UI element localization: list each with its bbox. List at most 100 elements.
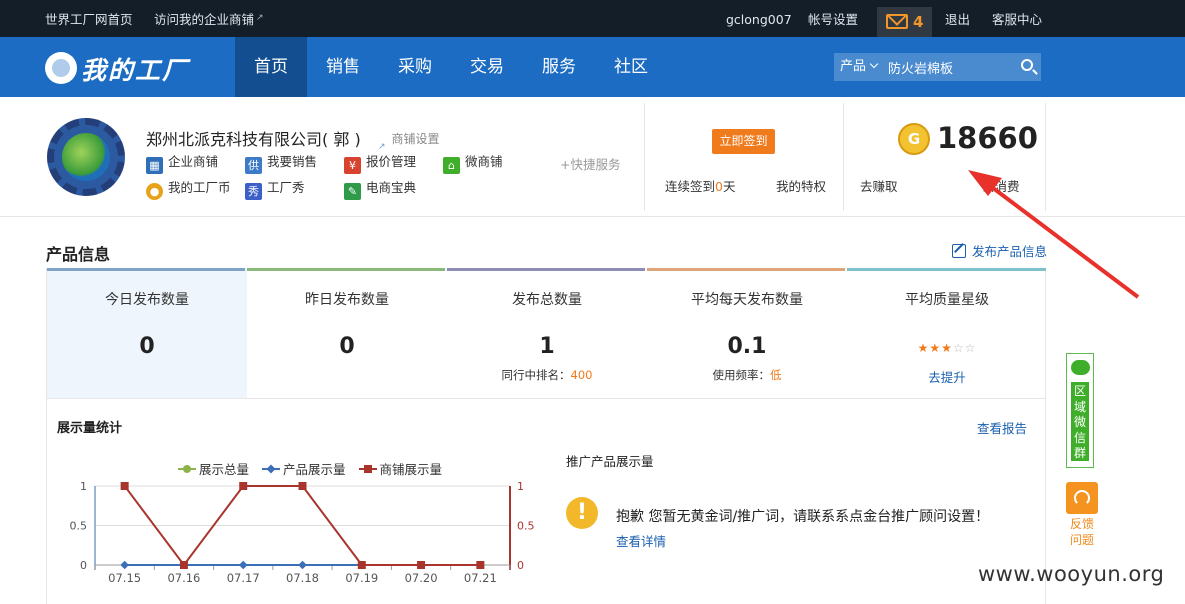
divider <box>644 103 645 211</box>
stat-frequency: 使用频率：低 <box>647 367 847 383</box>
frequency-label: 使用频率： <box>712 368 771 382</box>
data-point <box>179 561 188 569</box>
quick-link-show[interactable]: 秀工厂秀 <box>245 179 305 200</box>
home-link[interactable]: 世界工厂网首页 <box>45 0 133 37</box>
coin-icon: G <box>898 123 930 155</box>
shop-settings-label: 商铺设置 <box>391 132 440 146</box>
search-input[interactable] <box>888 57 1008 77</box>
stat-label: 昨日发布数量 <box>305 292 389 308</box>
coin-icon: ● <box>146 183 163 200</box>
visit-shop-link[interactable]: 访问我的企业商铺 ↗ <box>154 0 264 37</box>
earn-coins-link[interactable]: 去赚取 <box>860 176 898 195</box>
external-link-icon: ↗ <box>378 142 386 152</box>
paren-open: ( <box>322 130 329 149</box>
sell-icon: 供 <box>245 157 262 174</box>
x-tick-label: 07.17 <box>227 571 260 585</box>
search-category-select[interactable]: 产品 <box>840 53 866 81</box>
company-logo <box>47 118 125 196</box>
account-settings-link[interactable]: 帐号设置 <box>808 0 858 37</box>
logout-link[interactable]: 退出 <box>945 0 970 37</box>
x-tick-label: 07.21 <box>464 571 497 585</box>
data-point <box>120 560 129 570</box>
stat-bar <box>847 268 1046 271</box>
logo-text: 我的工厂 <box>81 56 190 85</box>
stat-label: 平均每天发布数量 <box>691 292 803 308</box>
promo-message: 抱歉 您暂无黄金词/推广词，请联系系点金台推广顾问设置！ <box>616 509 990 525</box>
legend-marker <box>262 465 280 473</box>
shop-settings-link[interactable]: ↗ 商铺设置 <box>378 130 440 152</box>
paren-close: ) <box>354 130 361 149</box>
stat-bar <box>647 268 845 271</box>
quick-link-coins[interactable]: ● 我的工厂币 <box>146 179 231 200</box>
stat-label: 平均质量星级 <box>905 292 989 308</box>
envelope-icon <box>886 14 908 29</box>
wechat-shop-icon: ⌂ <box>443 157 460 174</box>
edit-icon <box>952 244 966 258</box>
quick-link-sell[interactable]: 供我要销售 <box>245 153 317 174</box>
quick-service-button[interactable]: +快捷服务 <box>560 154 620 173</box>
improve-link[interactable]: 去提升 <box>847 367 1047 386</box>
stat-bar <box>447 268 645 271</box>
wechat-group-widget[interactable]: 区域微信群 <box>1066 353 1094 468</box>
tab-home[interactable]: 首页 <box>235 37 307 97</box>
stat-value: 1 <box>539 334 555 359</box>
star-filled-icon: ★ <box>917 341 930 355</box>
sign-in-button[interactable]: 立即签到 <box>712 129 775 154</box>
tab-purchase[interactable]: 采购 <box>379 37 451 97</box>
data-point <box>298 482 307 490</box>
data-point <box>476 561 485 569</box>
promo-details-link[interactable]: 查看详情 <box>616 531 666 550</box>
divider <box>0 216 1185 217</box>
top-bar: 世界工厂网首页 访问我的企业商铺 ↗ gclong007 帐号设置 4 退出 客服… <box>0 0 1185 37</box>
legend-label: 产品展示量 <box>283 462 346 477</box>
data-point <box>239 482 248 490</box>
promo-title: 推广产品展示量 <box>566 454 654 469</box>
legend-marker <box>358 465 377 473</box>
privileges-link[interactable]: 我的特权 <box>776 176 826 195</box>
stat-daily-average: 平均每天发布数量 0.1 使用频率：低 <box>647 268 847 398</box>
search-icon[interactable] <box>1021 59 1033 71</box>
stat-bar <box>247 268 445 271</box>
star-filled-icon: ★ <box>929 341 942 355</box>
chevron-down-icon[interactable] <box>869 59 879 69</box>
feedback-label[interactable]: 反馈问题 <box>1068 516 1096 548</box>
quick-link-wechat-shop[interactable]: ⌂ 微商铺 <box>443 153 503 174</box>
quick-link-quote[interactable]: ¥ 报价管理 <box>344 153 416 174</box>
rank-value: 400 <box>570 368 593 382</box>
stat-label: 发布总数量 <box>512 292 582 308</box>
contact-surname: 郭 <box>333 130 350 149</box>
data-point <box>238 560 248 570</box>
tab-sales[interactable]: 销售 <box>307 37 379 97</box>
spend-coins-link[interactable]: 去消费 <box>982 176 1020 195</box>
publish-product-link[interactable]: 发布产品信息 <box>952 241 1047 260</box>
stat-today: 今日发布数量 0 <box>47 268 247 398</box>
tab-community[interactable]: 社区 <box>595 37 667 97</box>
y-tick-label-left: 0 <box>80 559 87 572</box>
feedback-icon[interactable] <box>1066 482 1098 514</box>
star-empty-icon: ☆ <box>964 341 977 355</box>
legend-marker <box>178 465 196 473</box>
quick-link-guide[interactable]: ✎ 电商宝典 <box>344 179 416 200</box>
publish-label: 发布产品信息 <box>972 244 1048 259</box>
support-link[interactable]: 客服中心 <box>992 0 1042 37</box>
view-report-link[interactable]: 查看报告 <box>977 418 1027 437</box>
data-point <box>417 561 426 569</box>
coin-symbol: G <box>907 130 921 148</box>
quick-link-shop[interactable]: ▦ 企业商铺 <box>146 153 218 174</box>
x-tick-label: 07.18 <box>286 571 319 585</box>
stat-bar <box>47 268 245 271</box>
tab-trade[interactable]: 交易 <box>451 37 523 97</box>
divider <box>1045 103 1046 211</box>
quick-link-label: 工厂秀 <box>267 180 305 195</box>
username[interactable]: gclong007 <box>726 0 792 37</box>
message-count: 4 <box>913 13 924 31</box>
tab-service[interactable]: 服务 <box>523 37 595 97</box>
show-icon: 秀 <box>245 183 262 200</box>
y-tick-label-right: 1 <box>517 480 524 493</box>
messages-button[interactable]: 4 <box>877 7 932 37</box>
company-name[interactable]: 郑州北派克科技有限公司( 郭 ) <box>146 126 361 150</box>
wechat-icon <box>1071 360 1090 375</box>
divider <box>843 103 844 211</box>
star-filled-icon: ★ <box>941 341 953 355</box>
search-bar: 产品 <box>834 53 1041 81</box>
